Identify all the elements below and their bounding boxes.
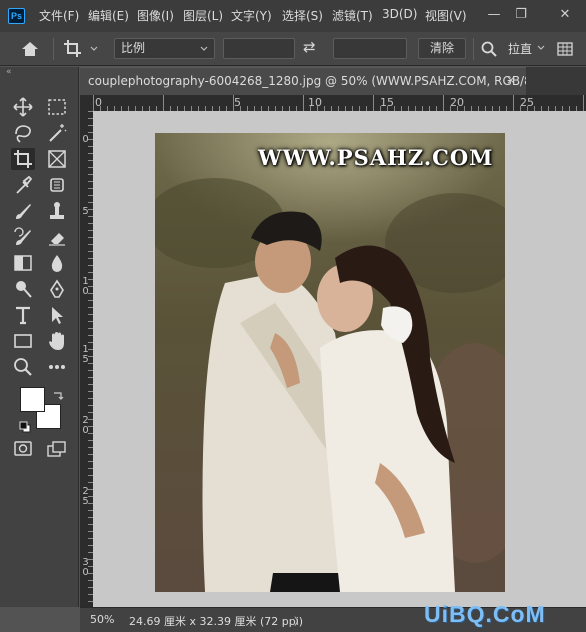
- brush-icon[interactable]: [11, 200, 35, 222]
- foreground-color-swatch[interactable]: [20, 387, 45, 412]
- photo-image[interactable]: [155, 133, 505, 592]
- document-tab-bar: couplephotography-6004268_1280.jpg @ 50%…: [80, 67, 586, 95]
- dodge-icon[interactable]: [11, 278, 35, 300]
- ruler-label: 0: [82, 134, 89, 145]
- pen-icon[interactable]: [45, 278, 69, 300]
- ruler-corner: [80, 95, 93, 111]
- swap-colors-icon[interactable]: [52, 386, 64, 400]
- ruler-label: 5: [82, 206, 89, 217]
- ruler-label: 20: [450, 96, 464, 109]
- grid-overlay-icon[interactable]: [556, 40, 574, 58]
- hand-icon[interactable]: [45, 330, 69, 352]
- close-button[interactable]: ✕: [556, 6, 574, 24]
- ruler-tick: [583, 95, 584, 111]
- screen-mode-icon[interactable]: [46, 440, 68, 458]
- type-icon[interactable]: [11, 304, 35, 326]
- frame-icon[interactable]: [45, 148, 69, 170]
- zoom-level[interactable]: 50%: [90, 613, 114, 626]
- width-field[interactable]: [223, 38, 295, 59]
- ruler-label: 5: [234, 96, 241, 109]
- menu-bar: Ps 文件(F) 编辑(E) 图像(I) 图层(L) 文字(Y) 选择(S) 滤…: [0, 0, 586, 32]
- ruler-label: 20: [82, 415, 89, 436]
- height-field[interactable]: [333, 38, 407, 59]
- gradient-icon[interactable]: [11, 252, 35, 274]
- menu-filter[interactable]: 滤镜(T): [332, 7, 373, 24]
- eraser-icon[interactable]: [45, 226, 69, 248]
- document-tab-title: couplephotography-6004268_1280.jpg @ 50%…: [88, 74, 526, 88]
- ruler-label: 15: [82, 344, 89, 365]
- zoom-icon[interactable]: [11, 356, 35, 378]
- ruler-tick: [93, 95, 94, 111]
- menu-view[interactable]: 视图(V): [425, 7, 467, 24]
- minimize-button[interactable]: —: [485, 6, 503, 24]
- ruler-label: 0: [95, 96, 102, 109]
- restore-button[interactable]: ❐: [512, 6, 530, 24]
- options-bar: 比例 ⇄ 清除 拉直: [0, 32, 586, 66]
- tools-panel: «: [0, 67, 79, 607]
- path-select-icon[interactable]: [45, 304, 69, 326]
- menu-3d[interactable]: 3D(D): [382, 7, 417, 21]
- quick-mask-icon[interactable]: [13, 440, 33, 458]
- document-size: 24.69 厘米 x 32.39 厘米 (72 ppi): [129, 615, 304, 628]
- rectangle-icon[interactable]: [11, 330, 35, 352]
- ruler-horizontal[interactable]: 0 5 10 15 20 25: [93, 95, 586, 111]
- separator: [53, 38, 54, 60]
- default-colors-icon[interactable]: [19, 418, 31, 433]
- ratio-select-value: 比例: [121, 41, 146, 55]
- ruler-tick: [443, 95, 444, 111]
- ratio-select[interactable]: 比例: [114, 38, 215, 59]
- move-icon[interactable]: [11, 96, 35, 118]
- ruler-tick: [513, 95, 514, 111]
- collapse-icon[interactable]: «: [6, 67, 12, 77]
- document-tab[interactable]: couplephotography-6004268_1280.jpg @ 50%…: [80, 67, 526, 95]
- menu-type[interactable]: 文字(Y): [231, 7, 272, 24]
- crop-icon[interactable]: [11, 148, 35, 170]
- photoshop-logo: Ps: [8, 8, 25, 24]
- site-logo: UiBQ.CoM: [424, 601, 546, 627]
- home-icon[interactable]: [18, 39, 42, 59]
- chevron-down-icon: [199, 39, 209, 64]
- menu-image[interactable]: 图像(I): [137, 7, 174, 24]
- ruler-vertical[interactable]: 0 5 10 15 20 25 30: [80, 111, 93, 607]
- menu-layer[interactable]: 图层(L): [183, 7, 223, 24]
- status-menu-arrow[interactable]: 〉: [294, 613, 304, 628]
- spot-healing-icon[interactable]: [45, 174, 69, 196]
- menu-edit[interactable]: 编辑(E): [88, 7, 129, 24]
- blur-icon[interactable]: [45, 252, 69, 274]
- lasso-icon[interactable]: [11, 122, 35, 144]
- more-tools-icon[interactable]: [45, 356, 69, 378]
- eyedropper-icon[interactable]: [11, 174, 35, 196]
- separator: [473, 38, 474, 60]
- ruler-label: 30: [82, 557, 89, 578]
- close-tab-icon[interactable]: ×: [506, 67, 516, 93]
- ruler-tick: [303, 95, 304, 111]
- crop-tool-preset[interactable]: [62, 38, 102, 60]
- search-icon[interactable]: [480, 40, 498, 58]
- ruler-label: 10: [308, 96, 322, 109]
- clear-button[interactable]: 清除: [418, 38, 466, 59]
- magic-wand-icon[interactable]: [45, 122, 69, 144]
- ruler-label: 25: [520, 96, 534, 109]
- swap-icon[interactable]: ⇄: [303, 38, 316, 56]
- straighten-button[interactable]: 拉直: [508, 40, 532, 57]
- ruler-label: 25: [82, 486, 89, 507]
- ruler-tick: [163, 95, 164, 111]
- ruler-label: 15: [380, 96, 394, 109]
- marquee-icon[interactable]: [45, 96, 69, 118]
- menu-select[interactable]: 选择(S): [282, 7, 323, 24]
- ruler-tick: [373, 95, 374, 111]
- chevron-down-icon[interactable]: [536, 40, 546, 56]
- watermark-text: WWW.PSAHZ.COM: [258, 145, 494, 170]
- ruler-label: 10: [82, 276, 89, 297]
- menu-file[interactable]: 文件(F): [39, 7, 79, 24]
- history-brush-icon[interactable]: [11, 226, 35, 248]
- clone-stamp-icon[interactable]: [45, 200, 69, 222]
